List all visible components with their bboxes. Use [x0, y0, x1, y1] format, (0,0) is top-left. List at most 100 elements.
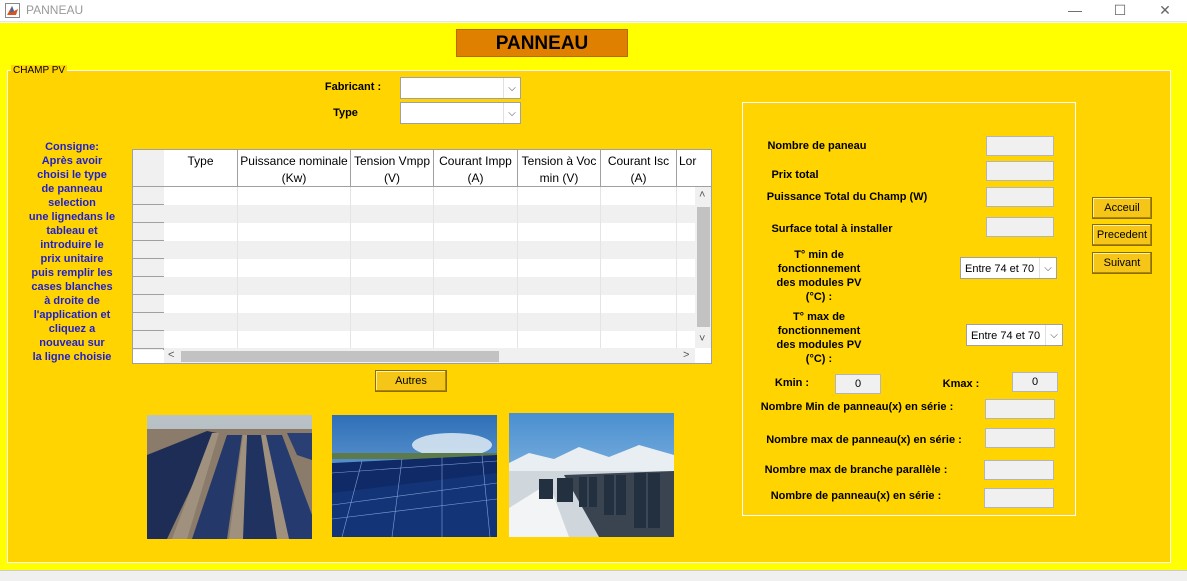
row-header[interactable]: [133, 205, 164, 223]
tmax-label-line: des modules PV: [776, 339, 862, 351]
column-header-line: (A): [630, 171, 647, 185]
consigne-line: prix unitaire: [40, 253, 104, 265]
column-header-line: Type: [187, 154, 214, 168]
row-header[interactable]: [133, 331, 164, 349]
column-header-line: Courant Impp: [439, 154, 512, 168]
table-row[interactable]: [164, 223, 695, 241]
row-header[interactable]: [133, 259, 164, 277]
tmax-label-line: (°C) :: [805, 353, 833, 365]
window-titlebar: PANNEAU — ☐ ✕: [0, 0, 1187, 22]
consigne-line: de panneau: [41, 183, 103, 195]
table-row[interactable]: [164, 277, 695, 295]
consigne-line: cliquez a: [48, 323, 96, 335]
consigne-line: nouveau sur: [39, 337, 105, 349]
prix-total-field[interactable]: [986, 161, 1054, 181]
horizontal-scroll-thumb[interactable]: [181, 351, 499, 362]
chevron-down-icon: ⌵: [503, 103, 520, 123]
column-header-line: Puissance nominale: [240, 154, 348, 168]
type-label: Type: [333, 107, 358, 119]
vertical-scrollbar[interactable]: ˄ ˅: [695, 187, 711, 348]
table-row[interactable]: [164, 241, 695, 259]
tmax-label: T° max de fonctionnement des modules PV …: [764, 310, 874, 366]
close-button[interactable]: ✕: [1142, 0, 1187, 22]
maximize-button[interactable]: ☐: [1097, 0, 1143, 22]
tmin-select[interactable]: Entre 74 et 70 ⌵: [960, 257, 1057, 279]
tmin-label-line: (°C) :: [805, 291, 833, 303]
column-header[interactable]: Lor: [677, 150, 711, 187]
column-divider: [237, 187, 238, 348]
table-row[interactable]: [164, 187, 695, 205]
scroll-up-icon[interactable]: ˄: [699, 189, 705, 201]
scroll-down-icon[interactable]: ˅: [699, 333, 705, 345]
kmin-field[interactable]: 0: [835, 374, 881, 394]
consigne-line: selection: [48, 197, 96, 209]
column-header[interactable]: Tension Vmpp (V): [351, 150, 434, 187]
puissance-total-field[interactable]: [986, 187, 1054, 207]
prix-total-label: Prix total: [771, 169, 819, 181]
tmax-value: Entre 74 et 70: [971, 330, 1041, 342]
scroll-left-icon[interactable]: <: [168, 349, 174, 361]
panel-title: CHAMP PV: [11, 65, 68, 76]
table-row[interactable]: [164, 295, 695, 313]
consigne-line: une lignedans le: [28, 211, 116, 223]
surface-total-field[interactable]: [986, 217, 1054, 237]
type-select[interactable]: ⌵: [400, 102, 521, 124]
kmax-label: Kmax :: [942, 378, 980, 390]
nb-min-serie-label: Nombre Min de panneau(x) en série :: [760, 401, 954, 413]
table-row[interactable]: [164, 259, 695, 277]
nb-serie-field[interactable]: [984, 488, 1054, 508]
row-header[interactable]: [133, 295, 164, 313]
column-header[interactable]: Puissance nominale (Kw): [238, 150, 351, 187]
column-header-line: Tension Vmpp: [353, 154, 431, 168]
column-header-line: min (V): [539, 171, 579, 185]
table-row[interactable]: [164, 205, 695, 223]
autres-button[interactable]: Autres: [375, 370, 447, 392]
column-header-line: (V): [384, 171, 400, 185]
consigne-line: introduire le: [40, 239, 104, 251]
nombre-panneau-label: Nombre de paneau: [767, 140, 867, 152]
suivant-button[interactable]: Suivant: [1092, 252, 1152, 274]
nombre-panneau-field[interactable]: [986, 136, 1054, 156]
solar-farm-photo: [147, 415, 312, 539]
chevron-down-icon: ⌵: [503, 78, 520, 98]
vertical-scroll-thumb[interactable]: [697, 207, 710, 327]
minimize-button[interactable]: —: [1052, 0, 1098, 22]
scroll-right-icon[interactable]: >: [683, 349, 689, 361]
column-header[interactable]: Courant Impp (A): [434, 150, 518, 187]
fabricant-select[interactable]: ⌵: [400, 77, 521, 99]
tmax-label-line: T° max de: [792, 311, 846, 323]
row-header[interactable]: [133, 187, 164, 205]
nb-min-serie-field[interactable]: [985, 399, 1055, 419]
kmax-field[interactable]: 0: [1012, 372, 1058, 392]
row-header[interactable]: [133, 223, 164, 241]
row-header[interactable]: [133, 313, 164, 331]
consigne-line: choisi le type: [37, 169, 107, 181]
horizontal-scrollbar[interactable]: < >: [164, 348, 695, 363]
panel-table[interactable]: Type Puissance nominale (Kw) Tension Vmp…: [132, 149, 712, 364]
precedent-button[interactable]: Precedent: [1092, 224, 1152, 246]
tmin-value: Entre 74 et 70: [965, 263, 1035, 275]
column-header[interactable]: Tension à Voc min (V): [518, 150, 601, 187]
nb-max-serie-field[interactable]: [985, 428, 1055, 448]
nb-max-branche-field[interactable]: [984, 460, 1054, 480]
acceuil-button[interactable]: Acceuil: [1092, 197, 1152, 219]
nb-max-branche-label: Nombre max de branche parallèle :: [764, 464, 948, 476]
row-header[interactable]: [133, 277, 164, 295]
column-header[interactable]: Courant Isc (A): [601, 150, 677, 187]
nb-serie-label: Nombre de panneau(x) en série :: [770, 490, 942, 502]
consigne-line: l'application et: [33, 309, 111, 321]
tmax-select[interactable]: Entre 74 et 70 ⌵: [966, 324, 1063, 346]
window-title: PANNEAU: [26, 3, 84, 17]
table-row[interactable]: [164, 313, 695, 331]
consigne-line: Consigne:: [45, 141, 99, 153]
row-header[interactable]: [133, 241, 164, 259]
matlab-icon: [5, 3, 20, 18]
table-row[interactable]: [164, 331, 695, 348]
chevron-down-icon: ⌵: [1045, 325, 1062, 345]
consigne-line: la ligne choisie: [32, 351, 112, 363]
column-header[interactable]: Type: [164, 150, 238, 187]
surface-total-label: Surface total à installer: [771, 223, 893, 235]
puissance-total-label: Puissance Total du Champ (W): [766, 191, 928, 203]
column-divider: [433, 187, 434, 348]
column-divider: [517, 187, 518, 348]
